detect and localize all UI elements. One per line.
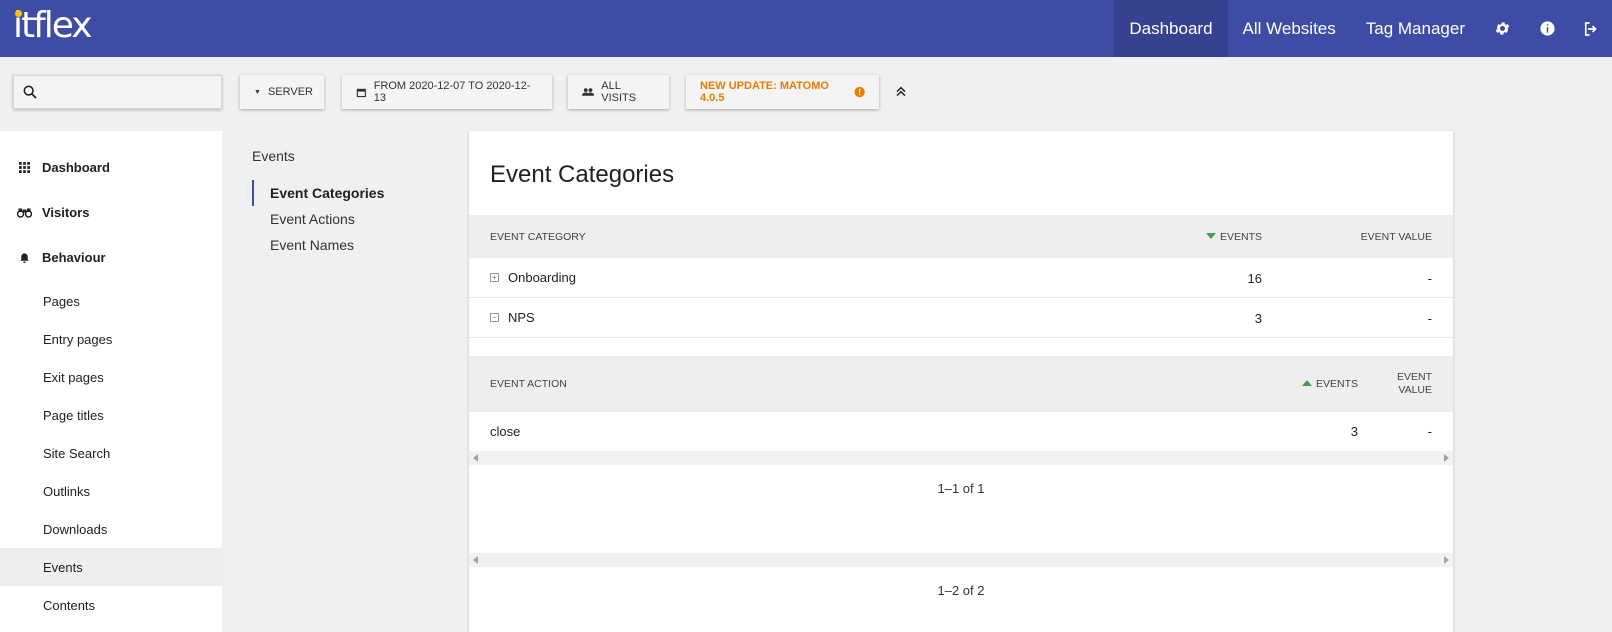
column-header-event-value[interactable]: EVENT VALUE (1361, 231, 1432, 243)
header-line-2: VALUE (1398, 384, 1432, 396)
sidebar-item-label: Dashboard (42, 160, 110, 175)
sidebar-item-outlinks[interactable]: Outlinks (0, 472, 222, 510)
sort-desc-icon (1205, 233, 1216, 239)
sidebar: Dashboard Visitors Behaviour Pages Entry… (0, 131, 222, 632)
people-icon (582, 88, 595, 96)
subnav-item-event-categories[interactable]: Event Categories (252, 180, 384, 206)
subnav-item-event-actions[interactable]: Event Actions (252, 206, 384, 232)
table-row[interactable]: − NPS 3 - (469, 298, 1453, 338)
sidebar-item-entry-pages[interactable]: Entry pages (0, 320, 222, 358)
row-label: NPS (508, 310, 535, 325)
subtable-row[interactable]: close 3 - (469, 412, 1453, 451)
subtable-column-header-events-label: EVENTS (1315, 378, 1358, 390)
table-header: EVENT CATEGORY EVENTS EVENT VALUE (469, 215, 1453, 258)
subtable-column-header-event-value[interactable]: EVENT VALUE (1397, 371, 1432, 397)
nav-tag-manager[interactable]: Tag Manager (1351, 0, 1480, 57)
top-bar: itflex Dashboard All Websites Tag Manage… (0, 0, 1612, 57)
sidebar-item-contents[interactable]: Contents (0, 586, 222, 624)
bell-icon (16, 252, 32, 264)
sort-asc-icon (1301, 380, 1312, 386)
column-header-events-label: EVENTS (1219, 231, 1262, 243)
binoculars-icon (16, 207, 32, 218)
date-selector[interactable]: FROM 2020-12-07 TO 2020-12-13 (342, 75, 552, 109)
column-header-event-category[interactable]: EVENT CATEGORY (490, 231, 586, 243)
table-pagination: 1–2 of 2 (937, 583, 985, 598)
row-label: close (490, 424, 521, 439)
collapse-toolbar-icon[interactable] (893, 83, 909, 99)
sidebar-item-visitors[interactable]: Visitors (0, 190, 222, 235)
expand-icon[interactable]: + (490, 273, 499, 282)
subnav-item-event-names[interactable]: Event Names (252, 232, 384, 258)
sidebar-item-downloads[interactable]: Downloads (0, 510, 222, 548)
column-header-events[interactable]: EVENTS (1205, 231, 1262, 243)
gear-icon[interactable] (1480, 0, 1525, 57)
sidebar-item-behaviour[interactable]: Behaviour (0, 235, 222, 280)
caret-down-icon: ▼ (254, 88, 261, 96)
subtable-column-header-events[interactable]: EVENTS (1301, 378, 1358, 390)
sidebar-item-dashboard[interactable]: Dashboard (0, 145, 222, 190)
search-input[interactable] (44, 78, 214, 106)
sidebar-item-pages[interactable]: Pages (0, 282, 222, 320)
scroll-left-icon[interactable] (473, 454, 478, 462)
report-card: Event Categories EVENT CATEGORY EVENTS E… (469, 131, 1453, 632)
calendar-icon (356, 88, 366, 97)
subtable-header: EVENT ACTION EVENTS EVENT VALUE (469, 356, 1453, 412)
grid-icon (16, 162, 32, 173)
subtable-pagination: 1–1 of 1 (937, 481, 985, 496)
search-icon (23, 85, 37, 99)
alert-icon (854, 86, 865, 98)
sidebar-item-site-search[interactable]: Site Search (0, 434, 222, 472)
update-notice-button[interactable]: NEW UPDATE: MATOMO 4.0.5 (686, 75, 879, 109)
info-icon[interactable] (1525, 0, 1570, 57)
row-value: - (1427, 271, 1432, 286)
row-events: 3 (1254, 311, 1262, 326)
update-label: NEW UPDATE: MATOMO 4.0.5 (700, 80, 829, 104)
search-box[interactable] (13, 75, 222, 109)
subnav: Event Categories Event Actions Event Nam… (252, 180, 384, 258)
sidebar-item-page-titles[interactable]: Page titles (0, 396, 222, 434)
report-title: Event Categories (490, 161, 675, 188)
collapse-icon[interactable]: − (490, 313, 499, 322)
table-row[interactable]: + Onboarding 16 - (469, 258, 1453, 298)
row-events: 3 (1350, 424, 1358, 439)
subnav-title: Events (252, 148, 295, 164)
visits-label: ALL VISITS (601, 80, 637, 104)
logo-text: itflex (13, 5, 93, 46)
segment-label: SERVER (267, 86, 313, 98)
row-events: 16 (1247, 271, 1262, 286)
row-value: - (1427, 311, 1432, 326)
sidebar-item-label: Visitors (42, 205, 90, 220)
visits-selector[interactable]: ALL VISITS (568, 75, 669, 109)
sidebar-item-exit-pages[interactable]: Exit pages (0, 358, 222, 396)
header-line-1: EVENT (1396, 371, 1432, 383)
segment-selector[interactable]: ▼ SERVER (240, 75, 324, 109)
nav-dashboard[interactable]: Dashboard (1114, 0, 1228, 57)
nav-all-websites[interactable]: All Websites (1228, 0, 1351, 57)
date-label: FROM 2020-12-07 TO 2020-12-13 (373, 80, 531, 104)
scroll-right-icon[interactable] (1444, 454, 1449, 462)
logout-icon[interactable] (1570, 0, 1612, 57)
scroll-left-icon[interactable] (473, 556, 478, 564)
logo-dot (15, 10, 22, 17)
row-value: - (1427, 424, 1432, 439)
row-label: Onboarding (508, 270, 576, 285)
table-horizontal-scrollbar[interactable] (469, 553, 1453, 567)
scroll-right-icon[interactable] (1444, 556, 1449, 564)
column-header-event-action[interactable]: EVENT ACTION (490, 378, 567, 390)
subtable-horizontal-scrollbar[interactable] (469, 451, 1453, 465)
sidebar-item-events[interactable]: Events (0, 548, 222, 586)
top-nav: Dashboard All Websites Tag Manager (1114, 0, 1612, 57)
logo[interactable]: itflex (13, 5, 93, 46)
sidebar-item-label: Behaviour (42, 250, 106, 265)
